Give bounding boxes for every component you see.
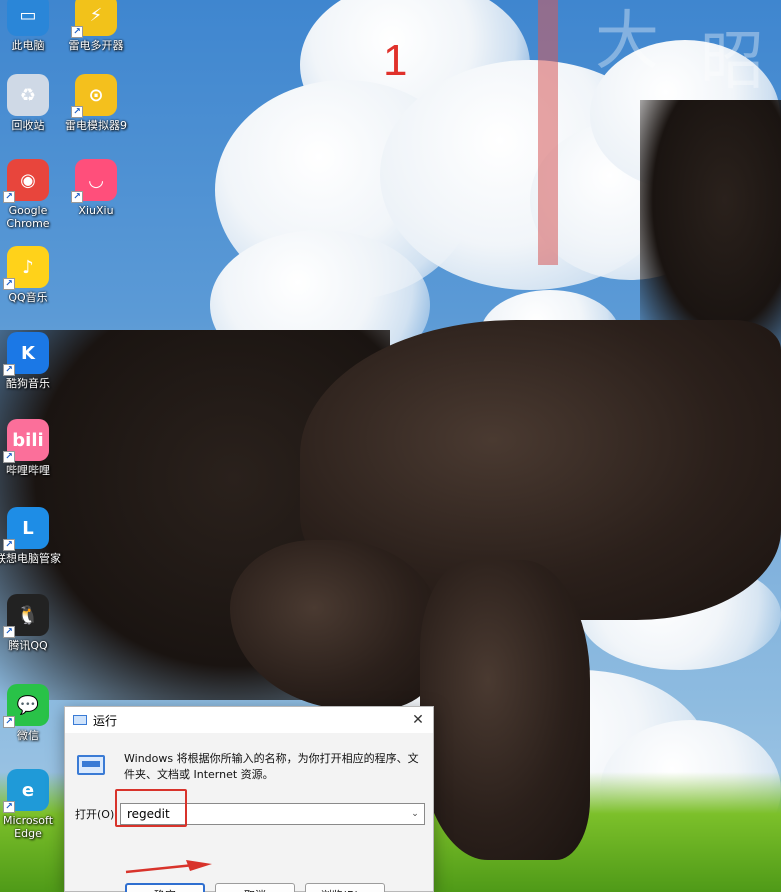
close-button[interactable]: ✕: [403, 712, 433, 728]
recycle-bin-icon: ♻: [7, 74, 49, 116]
desktop-icon[interactable]: 🐧 ↗ 腾讯QQ: [0, 594, 64, 652]
desktop-icon[interactable]: ◡ ↗ XiuXiu: [60, 159, 132, 217]
lenovo-manager-icon: L ↗: [3, 507, 49, 551]
desktop-icon-label: 哔哩哔哩: [6, 464, 50, 477]
shortcut-arrow-icon: ↗: [3, 716, 15, 728]
chrome-icon: ◉ ↗: [3, 159, 49, 203]
run-icon: [73, 715, 87, 725]
wechat-icon: 💬 ↗: [3, 684, 49, 728]
ok-button[interactable]: 确定: [125, 883, 205, 892]
desktop-icon-label: Google Chrome: [6, 204, 50, 230]
desktop-icon-label: 回收站: [11, 119, 45, 132]
shortcut-arrow-icon: ↗: [71, 191, 83, 203]
shortcut-arrow-icon: ↗: [3, 626, 15, 638]
desktop-icon-label: 酷狗音乐: [6, 377, 50, 390]
desktop-icon[interactable]: ◉ ↗ Google Chrome: [0, 159, 64, 230]
desktop-icon-label: XiuXiu: [78, 204, 114, 217]
desktop-icon[interactable]: 💬 ↗ 微信: [0, 684, 64, 742]
edge-icon: e ↗: [3, 769, 49, 813]
desktop-icon-label: QQ音乐: [8, 291, 48, 304]
qq-music-icon: ♪ ↗: [3, 246, 49, 290]
shortcut-arrow-icon: ↗: [3, 451, 15, 463]
desktop-icon[interactable]: ▭ 此电脑: [0, 0, 64, 52]
desktop-icon-label: Microsoft Edge: [2, 814, 54, 840]
desktop-icon[interactable]: ⚡ ↗ 雷电多开器: [60, 0, 132, 52]
red-arrow-annotation: [125, 860, 212, 874]
desktop-icon[interactable]: ♪ ↗ QQ音乐: [0, 246, 64, 304]
xiuxiu-icon: ◡ ↗: [71, 159, 117, 203]
shortcut-arrow-icon: ↗: [71, 26, 83, 38]
kugou-icon: K ↗: [3, 332, 49, 376]
desktop-icon[interactable]: ⊙ ↗ 雷电模拟器9: [60, 74, 132, 132]
run-description: Windows 将根据你所输入的名称，为你打开相应的程序、文件夹、文档或 Int…: [124, 752, 419, 781]
shortcut-arrow-icon: ↗: [3, 539, 15, 551]
chevron-down-icon[interactable]: ⌄: [406, 809, 424, 819]
desktop-icon-label: 微信: [17, 729, 39, 742]
desktop-icon[interactable]: ♻ 回收站: [0, 74, 64, 132]
desktop-icon-label: 此电脑: [11, 39, 45, 52]
shortcut-arrow-icon: ↗: [3, 191, 15, 203]
shortcut-arrow-icon: ↗: [3, 278, 15, 290]
desktop-icon[interactable]: L ↗ 联想电脑管家: [0, 507, 64, 565]
open-label: 打开(O):: [75, 808, 118, 821]
browse-button[interactable]: 浏览(B)...: [305, 883, 385, 892]
desktop-icon[interactable]: bili ↗ 哔哩哔哩: [0, 419, 64, 477]
qq-icon: 🐧 ↗: [3, 594, 49, 638]
ldplayer-icon: ⊙ ↗: [71, 74, 117, 118]
shortcut-arrow-icon: ↗: [71, 106, 83, 118]
desktop-icon-label: 雷电多开器: [68, 39, 124, 52]
shortcut-arrow-icon: ↗: [3, 801, 15, 813]
desktop-icon-label: 雷电模拟器9: [65, 119, 127, 132]
run-dialog-titlebar: 运行 ✕: [65, 707, 433, 733]
run-dialog-title: 运行: [93, 713, 118, 728]
desktop-icon-label: 联想电脑管家: [0, 552, 61, 565]
bilibili-icon: bili ↗: [3, 419, 49, 463]
ldmultiplayer-icon: ⚡ ↗: [71, 0, 117, 38]
highlight-box: [115, 789, 187, 827]
shortcut-arrow-icon: ↗: [3, 364, 15, 376]
run-program-icon: [77, 755, 105, 775]
desktop-icon[interactable]: e ↗ Microsoft Edge: [0, 769, 64, 840]
desktop-icon-label: 腾讯QQ: [8, 639, 48, 652]
annotation-number: 1: [383, 36, 408, 85]
computer-icon: ▭: [7, 0, 49, 36]
desktop-icon[interactable]: K ↗ 酷狗音乐: [0, 332, 64, 390]
cancel-button[interactable]: 取消: [215, 883, 295, 892]
